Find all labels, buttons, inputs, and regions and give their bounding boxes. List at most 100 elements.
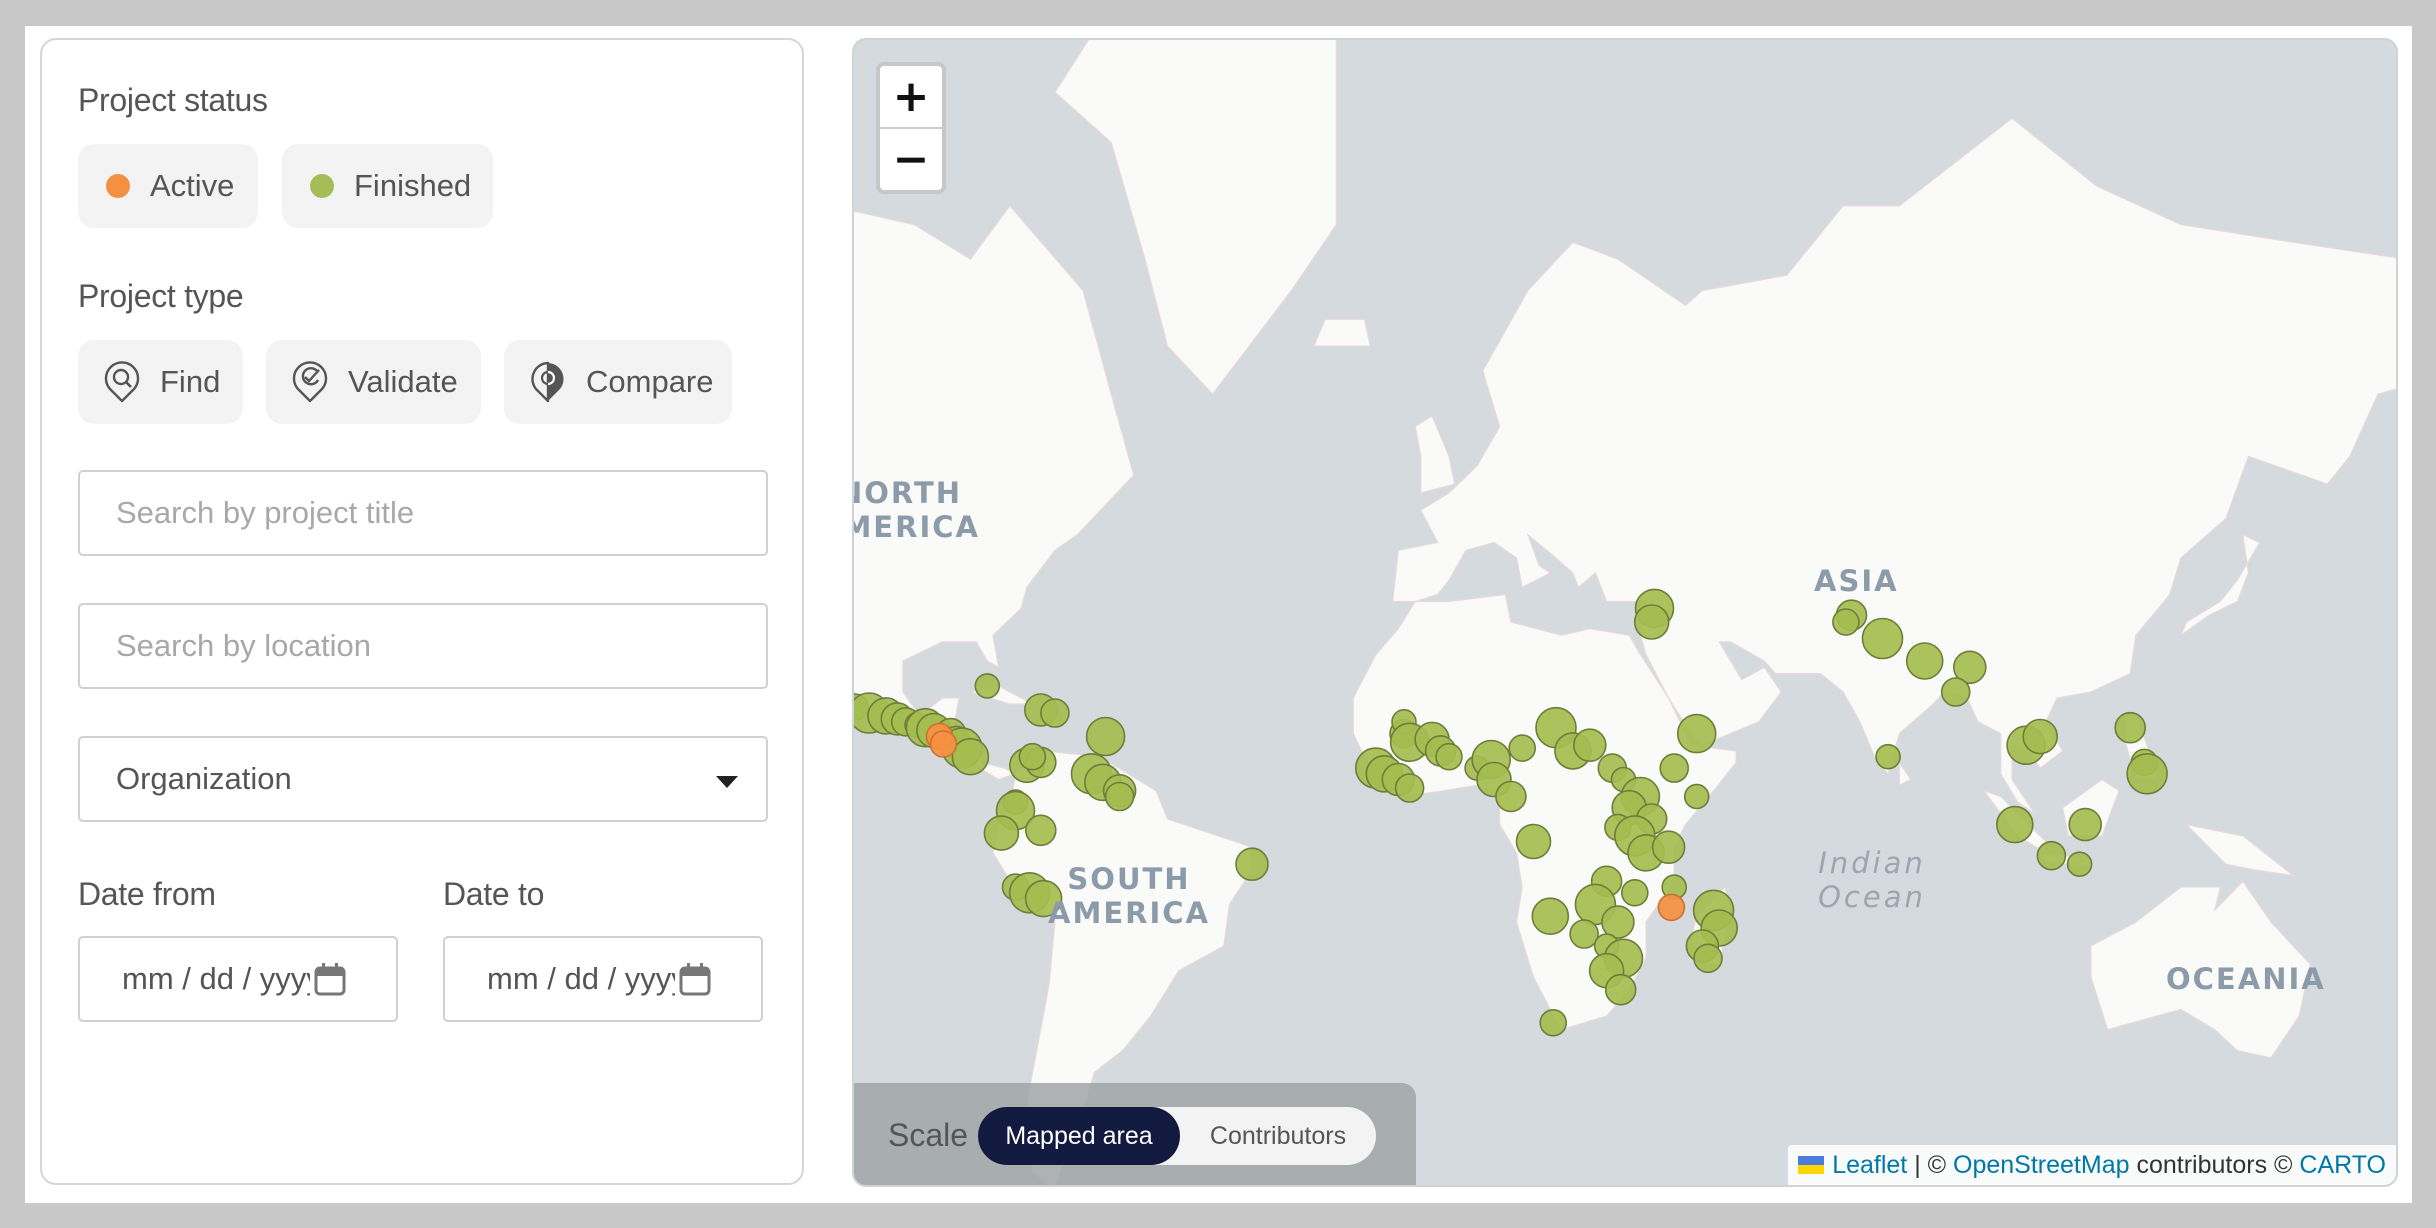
project-marker-finished[interactable] xyxy=(2068,807,2102,842)
project-marker-finished[interactable] xyxy=(1539,1008,1568,1037)
status-filter-finished[interactable]: Finished xyxy=(282,144,493,228)
type-filter-label: Validate xyxy=(348,364,458,399)
project-marker-finished[interactable] xyxy=(2066,851,2093,878)
project-marker-finished[interactable] xyxy=(1104,781,1135,812)
landmass-uk xyxy=(1414,415,1456,494)
validate-pin-icon xyxy=(292,361,328,403)
map-label-line: Indian xyxy=(1818,846,1926,880)
project-title-search-field[interactable] xyxy=(78,470,768,556)
carto-link[interactable]: CARTO xyxy=(2299,1151,2386,1180)
date-from-input[interactable]: mm / dd / yyyy xyxy=(78,936,398,1022)
project-marker-finished[interactable] xyxy=(1515,823,1552,860)
project-marker-finished[interactable] xyxy=(1508,734,1537,762)
project-marker-finished[interactable] xyxy=(1604,973,1637,1006)
project-marker-finished[interactable] xyxy=(983,815,1020,851)
map-label-asia: ASIA xyxy=(1814,564,1899,598)
status-filter-label: Active xyxy=(150,168,235,203)
finished-status-dot-icon xyxy=(310,174,334,198)
map-label-line: Ocean xyxy=(1818,880,1926,914)
scale-toggle: Mapped area Contributors xyxy=(978,1107,1376,1165)
date-to-input[interactable]: mm / dd / yyyy xyxy=(443,936,763,1022)
project-marker-finished[interactable] xyxy=(1025,814,1057,847)
scale-option-mapped-area[interactable]: Mapped area xyxy=(978,1107,1180,1165)
project-marker-finished[interactable] xyxy=(1861,617,1904,660)
landmass-new-guinea xyxy=(2184,823,2296,877)
project-marker-finished[interactable] xyxy=(951,737,990,776)
organization-select[interactable]: Organization xyxy=(78,736,768,822)
type-filter-validate[interactable]: Validate xyxy=(266,340,481,424)
location-search-field[interactable] xyxy=(78,603,768,689)
zoom-control: + − xyxy=(876,62,946,194)
project-marker-finished[interactable] xyxy=(2036,840,2067,871)
location-search-input[interactable] xyxy=(116,628,766,664)
calendar-icon[interactable] xyxy=(314,962,346,996)
zoom-in-button[interactable]: + xyxy=(880,66,942,129)
type-filter-label: Find xyxy=(160,364,221,399)
project-marker-finished[interactable] xyxy=(1620,878,1649,907)
project-marker-finished[interactable] xyxy=(1569,919,1599,949)
calendar-icon[interactable] xyxy=(679,962,711,996)
type-filter-find[interactable]: Find xyxy=(78,340,243,424)
project-marker-finished[interactable] xyxy=(1905,642,1944,680)
map-label-line: SOUTH xyxy=(1067,862,1191,896)
project-marker-active[interactable] xyxy=(1657,893,1686,922)
project-marker-finished[interactable] xyxy=(1085,716,1126,757)
project-marker-finished[interactable] xyxy=(1235,847,1269,882)
map-canvas[interactable] xyxy=(852,38,2398,1187)
type-filter-compare[interactable]: Compare xyxy=(504,340,732,424)
date-to-label: Date to xyxy=(443,876,545,912)
project-marker-finished[interactable] xyxy=(1633,604,1670,640)
landmass-japan xyxy=(2179,533,2261,637)
project-map[interactable]: NORTH AMERICA SOUTH AMERICA ASIA OCEANIA… xyxy=(852,38,2398,1187)
project-marker-finished[interactable] xyxy=(1676,713,1717,754)
map-label-north-america: NORTH AMERICA xyxy=(854,476,980,544)
project-marker-finished[interactable] xyxy=(1996,805,2034,844)
type-filter-label: Compare xyxy=(586,364,714,399)
project-marker-finished[interactable] xyxy=(1659,753,1690,783)
project-marker-finished[interactable] xyxy=(2022,718,2058,755)
project-marker-finished[interactable] xyxy=(1394,773,1425,803)
date-from-placeholder: mm / dd / yyyy xyxy=(122,961,310,996)
project-marker-finished[interactable] xyxy=(2114,711,2146,744)
project-marker-finished[interactable] xyxy=(1572,728,1607,763)
project-marker-finished[interactable] xyxy=(1940,677,1971,707)
status-filter-active[interactable]: Active xyxy=(78,144,258,228)
project-marker-finished[interactable] xyxy=(1875,743,1901,770)
attribution-separator: | © xyxy=(1907,1150,1954,1179)
project-marker-finished[interactable] xyxy=(2126,752,2168,795)
project-marker-finished[interactable] xyxy=(1040,698,1070,728)
scale-label: Scale xyxy=(888,1117,969,1153)
attribution-contributors: contributors © xyxy=(2129,1150,2300,1179)
date-from-label: Date from xyxy=(78,876,216,912)
chevron-down-icon xyxy=(716,776,738,788)
leaflet-link[interactable]: Leaflet xyxy=(1832,1151,1907,1180)
map-label-line: NORTH xyxy=(854,476,963,510)
map-attribution: Leaflet | © OpenStreetMap contributors ©… xyxy=(1788,1145,2396,1185)
map-label-south-america: SOUTH AMERICA xyxy=(1029,862,1229,930)
project-marker-finished[interactable] xyxy=(1018,742,1047,771)
scale-option-contributors[interactable]: Contributors xyxy=(1180,1107,1376,1165)
project-title-search-input[interactable] xyxy=(116,495,766,531)
scale-control: Scale Mapped area Contributors xyxy=(854,1083,1416,1185)
date-to-placeholder: mm / dd / yyyy xyxy=(487,961,675,996)
find-pin-icon xyxy=(104,361,140,403)
project-marker-active[interactable] xyxy=(929,730,958,758)
project-marker-finished[interactable] xyxy=(974,673,1001,699)
project-marker-finished[interactable] xyxy=(1693,943,1723,974)
project-marker-finished[interactable] xyxy=(1435,742,1463,771)
status-filter-label: Finished xyxy=(354,168,472,203)
project-status-heading: Project status xyxy=(78,82,268,118)
project-marker-finished[interactable] xyxy=(1495,780,1527,813)
project-type-heading: Project type xyxy=(78,278,244,314)
openstreetmap-link[interactable]: OpenStreetMap xyxy=(1953,1151,2130,1180)
landmass-iceland xyxy=(1312,318,1371,347)
active-status-dot-icon xyxy=(106,174,130,198)
project-marker-finished[interactable] xyxy=(1531,897,1570,936)
land-layer xyxy=(854,40,2396,1185)
map-label-line: AMERICA xyxy=(854,510,980,544)
map-label-oceania: OCEANIA xyxy=(2166,962,2326,996)
project-marker-finished[interactable] xyxy=(1651,830,1686,865)
project-marker-finished[interactable] xyxy=(1832,608,1860,636)
zoom-out-button[interactable]: − xyxy=(880,129,942,190)
project-marker-finished[interactable] xyxy=(1683,783,1710,810)
